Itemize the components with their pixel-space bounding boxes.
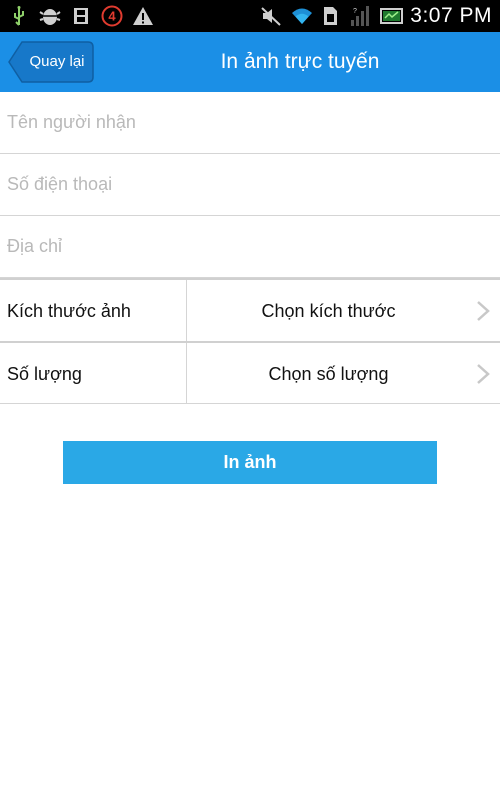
wifi-icon [290, 5, 313, 27]
phone-number-input[interactable] [7, 154, 487, 214]
sim-card-icon [320, 5, 342, 27]
svg-text:?: ? [353, 8, 357, 15]
quantity-select[interactable]: Chọn số lượng [187, 343, 500, 405]
chevron-right-icon [477, 364, 490, 384]
recipient-name-row [0, 92, 500, 154]
sd-card-icon [70, 5, 92, 27]
quantity-row: Số lượng Chọn số lượng [0, 341, 500, 404]
notification-count-icon: 4 [101, 5, 123, 27]
address-row [0, 216, 500, 278]
page-title: In ảnh trực tuyến [220, 50, 380, 73]
signal-icon: ? [350, 5, 372, 27]
back-button[interactable]: Quay lại [8, 41, 94, 83]
notification-count: 4 [108, 9, 116, 24]
photo-size-value: Chọn kích thước [261, 301, 396, 321]
photo-size-row: Kích thước ảnh Chọn kích thước [0, 278, 500, 342]
warning-icon [132, 5, 154, 27]
photo-size-label: Kích thước ảnh [7, 301, 131, 321]
usb-icon [8, 5, 30, 27]
android-debug-icon [39, 5, 61, 27]
print-photo-button[interactable]: In ảnh [63, 441, 437, 484]
photo-size-select[interactable]: Chọn kích thước [187, 280, 500, 342]
clock: 3:07 PM [410, 4, 492, 27]
quantity-value: Chọn số lượng [268, 364, 389, 384]
back-button-label: Quay lại [29, 53, 85, 70]
nav-bar: Quay lại In ảnh trực tuyến [0, 32, 500, 92]
status-bar-system: ? 3:07 PM [260, 4, 492, 28]
status-bar: 4 ? 3:07 PM [0, 0, 500, 32]
address-input[interactable] [7, 216, 487, 276]
phone-row [0, 154, 500, 216]
recipient-name-input[interactable] [7, 92, 487, 152]
mute-icon [260, 5, 282, 27]
chevron-right-icon [477, 301, 490, 321]
battery-icon [380, 5, 404, 27]
quantity-label: Số lượng [7, 364, 82, 384]
status-bar-notifications: 4 [8, 4, 154, 28]
